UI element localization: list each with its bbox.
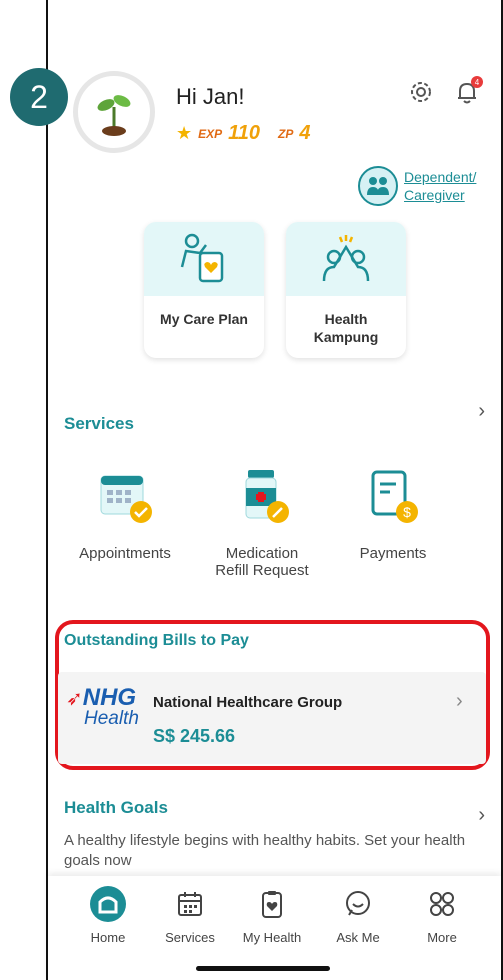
my-care-plan-card[interactable]: My Care Plan	[144, 222, 264, 358]
health-goals-chevron-icon[interactable]: ›	[478, 804, 485, 827]
nhg-logo: ➶ NHG Health	[66, 684, 139, 729]
appointments-label: Appointments	[79, 545, 171, 562]
services-title: Services	[64, 414, 134, 433]
health-kampung-label: Health Kampung	[313, 311, 379, 345]
service-medication-refill[interactable]: Medication Refill Request	[197, 466, 327, 579]
bottom-navigation: Home Services My Health Ask Me More	[48, 876, 501, 980]
care-plan-icon	[180, 233, 224, 283]
avatar[interactable]	[73, 71, 155, 153]
health-goals-title: Health Goals	[64, 798, 168, 817]
bill-chevron-icon: ›	[456, 690, 463, 712]
dependent-line2: Caregiver	[404, 187, 465, 203]
step-number-badge: 2	[10, 68, 68, 126]
medicine-bottle-icon	[245, 470, 289, 523]
notification-badge: 4	[471, 76, 483, 88]
high-five-icon	[322, 235, 370, 282]
zp-value: 4	[299, 122, 311, 144]
health-kampung-card[interactable]: Health Kampung	[286, 222, 406, 358]
family-icon	[358, 166, 398, 206]
zp-label: ZP	[278, 126, 294, 141]
nav-services[interactable]: Services	[152, 884, 228, 945]
sprout-icon	[97, 95, 131, 136]
nav-more[interactable]: More	[404, 884, 480, 945]
star-icon: ★	[176, 123, 193, 143]
service-appointments[interactable]: Appointments	[60, 466, 190, 562]
chat-icon	[346, 891, 370, 916]
nav-my-health[interactable]: My Health	[234, 884, 310, 945]
exp-label: EXP	[198, 126, 223, 141]
bill-provider-name: National Healthcare Group	[153, 694, 343, 711]
services-chevron-icon[interactable]: ›	[478, 400, 485, 423]
swoosh-icon: ➶	[66, 687, 83, 710]
home-indicator[interactable]	[196, 966, 330, 971]
notifications-button[interactable]: 4	[453, 76, 483, 106]
gear-icon	[411, 82, 431, 102]
my-care-plan-label: My Care Plan	[160, 311, 248, 327]
nav-home[interactable]: Home	[70, 884, 146, 945]
points-row[interactable]: ★ EXP 110 ZP 4	[176, 122, 323, 145]
settings-button[interactable]	[407, 78, 435, 106]
dependent-caregiver-link[interactable]: Dependent/ Caregiver	[358, 166, 476, 206]
bill-amount: S$ 245.66	[153, 726, 236, 746]
payments-label: Payments	[359, 545, 427, 562]
home-icon	[90, 886, 126, 922]
calendar-icon	[100, 475, 152, 523]
header-actions: 4	[407, 76, 483, 106]
greeting-text: Hi Jan!	[176, 84, 245, 109]
invoice-icon: $	[371, 470, 418, 523]
exp-value: 110	[228, 122, 261, 144]
medication-refill-label: Medication Refill Request	[215, 545, 309, 579]
nav-ask-me[interactable]: Ask Me	[320, 884, 396, 945]
svg-text:$: $	[403, 504, 411, 520]
service-payments[interactable]: $ Payments	[328, 466, 458, 562]
outstanding-bills-title: Outstanding Bills to Pay	[64, 632, 249, 649]
clipboard-heart-icon	[262, 891, 282, 918]
calendar-nav-icon	[178, 892, 202, 916]
grid-icon	[430, 892, 454, 916]
dependent-line1: Dependent/	[404, 169, 477, 185]
health-goals-description: A healthy lifestyle begins with healthy …	[64, 832, 466, 869]
